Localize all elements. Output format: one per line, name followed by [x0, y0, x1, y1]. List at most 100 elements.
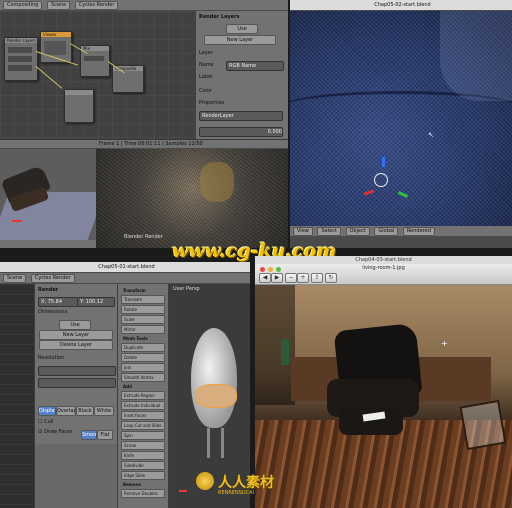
dimensions-panel-title[interactable]: Dimensions [38, 308, 114, 316]
tool-scale[interactable]: Scale [121, 315, 165, 324]
logo-mark [196, 472, 214, 490]
tool-loop-cut[interactable]: Loop Cut and Slide [121, 421, 165, 430]
select-menu[interactable]: Select [317, 227, 341, 236]
color-label: Color [199, 88, 213, 94]
axis-y [397, 191, 409, 198]
value-field[interactable] [38, 378, 116, 388]
use-button[interactable]: Use [226, 24, 258, 34]
tool-remove-doubles[interactable]: Remove Doubles [121, 489, 165, 498]
editor-type-menu[interactable]: Compositing [3, 1, 43, 10]
back-icon[interactable]: ◀ [259, 273, 271, 283]
tool-edge-slide[interactable]: Edge Slide [121, 471, 165, 480]
tool-section-add[interactable]: Add [121, 383, 165, 390]
node-field[interactable] [8, 65, 32, 71]
preview-chair [200, 162, 234, 202]
new-layer-button[interactable]: New Layer [204, 35, 276, 45]
tool-knife[interactable]: Knife [121, 451, 165, 460]
tool-delete[interactable]: Delete [121, 353, 165, 362]
node-title: Mix [81, 46, 109, 51]
name-field[interactable]: RGB Name [226, 61, 284, 71]
tool-extrude-individual[interactable]: Extrude Individual [121, 401, 165, 410]
tool-subdivide[interactable]: Subdivide [121, 461, 165, 470]
node-title: Render Layers [5, 38, 37, 43]
node-field[interactable] [8, 47, 32, 53]
zoom-in-icon[interactable]: + [297, 273, 309, 283]
tool-translate[interactable]: Translate [121, 295, 165, 304]
couch-surface[interactable]: ↖ [290, 11, 512, 231]
compositor-header: Compositing Scene Cycles Render [0, 0, 288, 11]
properties-label: Properties [199, 100, 225, 106]
value-field[interactable] [38, 366, 116, 376]
tool-section-mesh[interactable]: Mesh Tools [121, 335, 165, 342]
view-menu[interactable]: View [293, 227, 313, 236]
tool-smooth-vertex[interactable]: Smooth Vertex [121, 373, 165, 382]
white-toggle[interactable]: White [94, 406, 114, 416]
tool-inset-faces[interactable]: Inset Faces [121, 411, 165, 420]
layer-label: Layer [199, 50, 213, 56]
node-title: Viewer [41, 32, 71, 37]
window-title: Chap05-01-start.blend [98, 264, 155, 270]
share-icon[interactable]: ⇪ [311, 273, 323, 283]
shading-menu[interactable]: Rendered [402, 227, 435, 236]
scene-selector[interactable]: Scene [3, 274, 27, 283]
tool-mirror[interactable]: Mirror [121, 325, 165, 334]
axis-z [382, 157, 385, 167]
node-composite[interactable]: Composite [112, 65, 144, 93]
panel-title: Render Layers [199, 14, 240, 20]
tool-join[interactable]: Join [121, 363, 165, 372]
couch-viewport-quadrant: Chap05-02-start.blend ↖ View Select Obje… [290, 0, 512, 248]
viewport-3d[interactable] [0, 140, 106, 248]
preview-header: Frame 1 | Time 00:01:11 | Samples 12/50 [96, 140, 288, 149]
photo-bottle [281, 339, 289, 365]
flat-button[interactable]: Flat [97, 430, 113, 440]
use-button[interactable]: Use [59, 320, 91, 330]
zoom-out-icon[interactable]: − [285, 273, 297, 283]
node-editor-canvas[interactable]: Render Layers Viewer Mix Composite [0, 11, 196, 139]
rotate-icon[interactable]: ↻ [325, 273, 337, 283]
tool-section-transform[interactable]: Transform [121, 287, 165, 294]
display-toggle[interactable]: Display [38, 406, 56, 416]
smooth-button[interactable]: Smooth [81, 430, 97, 440]
node-small[interactable] [64, 89, 94, 123]
node-render-layers[interactable]: Render Layers [4, 37, 38, 81]
tool-extrude-region[interactable]: Extrude Region [121, 391, 165, 400]
node-mix[interactable]: Mix [80, 45, 110, 77]
object-menu[interactable]: Object [345, 227, 370, 236]
render-engine-selector[interactable]: Cycles Render [30, 274, 75, 283]
black-toggle[interactable]: Black [76, 406, 94, 416]
orientation-menu[interactable]: Global [374, 227, 399, 236]
value-field[interactable]: 0.000 [199, 127, 283, 137]
scene-selector[interactable]: Scene [46, 1, 71, 10]
axis-x [363, 189, 375, 196]
forward-icon[interactable]: ▶ [271, 273, 283, 283]
new-layer-button[interactable]: New Layer [39, 330, 113, 340]
delete-layer-button[interactable]: Delete Layer [39, 340, 113, 350]
resolution-y-field[interactable]: Y: 100.12 [77, 297, 115, 307]
preview-footer-text: Blender Render [124, 234, 163, 240]
tool-screw[interactable]: Screw [121, 441, 165, 450]
cull-checkbox[interactable]: ☐ Cull [38, 418, 114, 426]
modeling-quadrant: Chap05-01-start.blend Scene Cycles Rende… [0, 262, 250, 508]
image-title: living-room-1.jpg [362, 265, 405, 271]
background-app-title: Chap04-03-start.blend [355, 257, 412, 263]
properties-header: Render [38, 287, 59, 293]
tool-section-remove[interactable]: Remove [121, 481, 165, 488]
node-field[interactable] [84, 56, 104, 61]
transform-gizmo[interactable] [374, 173, 388, 187]
label-label: Label [199, 74, 213, 80]
render-engine-selector[interactable]: Cycles Render [74, 1, 119, 10]
info-header: Scene Cycles Render [0, 273, 250, 284]
tool-duplicate[interactable]: Duplicate [121, 343, 165, 352]
tool-spin[interactable]: Spin [121, 431, 165, 440]
chair-leg [221, 428, 224, 458]
window-titlebar: Chap05-01-start.blend [0, 262, 250, 273]
window-title: Chap05-02-start.blend [374, 2, 431, 8]
resolution-x-field[interactable]: X: 75.84 [38, 297, 78, 307]
node-field[interactable] [8, 56, 32, 62]
view-label: User Persp [173, 286, 200, 292]
tool-rotate[interactable]: Rotate [121, 305, 165, 314]
image-viewer-quadrant: Chap04-03-start.blend living-room-1.jpg … [255, 256, 512, 508]
overlap-toggle[interactable]: Overlap [56, 406, 76, 416]
render-layer-field[interactable]: RenderLayer [199, 111, 283, 121]
node-link [35, 66, 63, 89]
